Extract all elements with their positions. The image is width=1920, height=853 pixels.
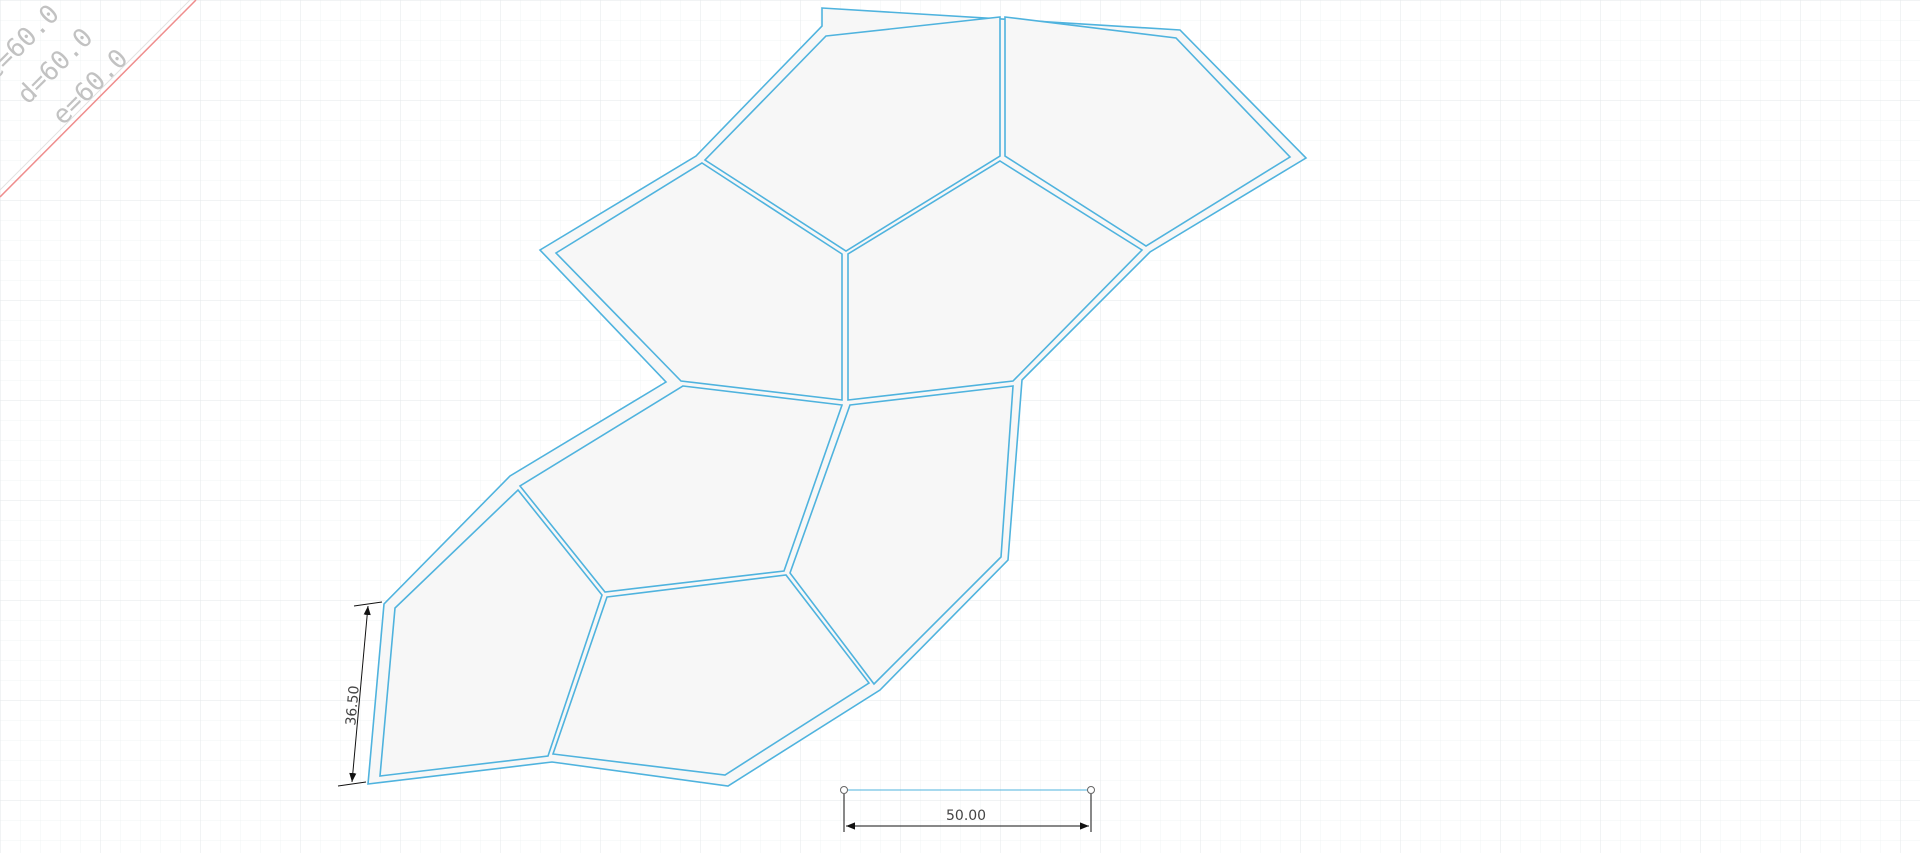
dimension-handle-right[interactable] [1087, 786, 1095, 794]
horizontal-dimension-value: 50.00 [946, 808, 986, 824]
dimension-handle-left[interactable] [840, 786, 848, 794]
design-canvas[interactable]: c=60.0 d=60.0 e=60.0 50.00 36.50 [0, 0, 1920, 853]
